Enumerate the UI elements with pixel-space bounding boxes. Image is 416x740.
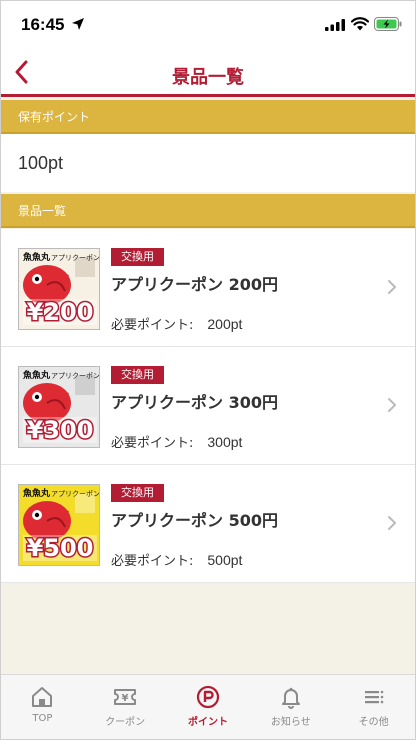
required-points-value: 500pt [207, 552, 243, 568]
tab-label-news: お知らせ [270, 717, 311, 728]
coupon-thumbnail: 魚魚丸 アプリクーポン ¥500 [18, 484, 100, 566]
chevron-right-icon [388, 398, 396, 412]
app-frame: 16:45 景品一覧 保有ポイント 100pt 景品一覧 魚魚丸 アプリクーポン… [0, 0, 416, 740]
thumb-caption: アプリクーポン [51, 490, 100, 498]
status-time: 16:45 [21, 15, 65, 34]
points-icon [196, 685, 220, 709]
tab-bar: TOP ¥ クーポン ポイント お知らせ その他 [1, 674, 415, 739]
cellular-signal-icon [325, 19, 345, 31]
status-bar: 16:45 [1, 1, 415, 51]
tab-top[interactable]: TOP [1, 675, 84, 739]
location-arrow-icon [72, 18, 84, 30]
coupon-thumbnail: 魚魚丸 アプリクーポン ¥200 [18, 248, 100, 330]
thumb-caption: アプリクーポン [51, 372, 100, 380]
thumb-caption: アプリクーポン [51, 254, 100, 262]
tab-other[interactable]: その他 [332, 675, 415, 739]
nav-header: 景品一覧 [1, 51, 415, 97]
prize-list: 魚魚丸 アプリクーポン ¥200 交換用 アプリクーポン 200円 必要ポイント… [1, 229, 415, 583]
coupon-thumbnail: 魚魚丸 アプリクーポン ¥300 [18, 366, 100, 448]
required-points: 必要ポイント: 500pt [111, 550, 242, 569]
required-points-label: 必要ポイント: [111, 318, 194, 333]
prize-item-500[interactable]: 魚魚丸 アプリクーポン ¥500 交換用 アプリクーポン 500円 必要ポイント… [1, 465, 415, 583]
chevron-right-icon [388, 516, 396, 530]
chevron-right-icon [388, 280, 396, 294]
required-points: 必要ポイント: 200pt [111, 314, 242, 333]
home-icon [32, 687, 53, 707]
wifi-icon [351, 17, 369, 31]
section-header-prizes: 景品一覧 [1, 194, 415, 228]
tab-coupon[interactable]: ¥ クーポン [84, 675, 167, 739]
tab-points[interactable]: ポイント [167, 675, 250, 739]
prize-item-300[interactable]: 魚魚丸 アプリクーポン ¥300 交換用 アプリクーポン 300円 必要ポイント… [1, 347, 415, 465]
thumb-price: ¥300 [27, 416, 94, 444]
required-points-label: 必要ポイント: [111, 436, 194, 451]
exchange-badge: 交換用 [111, 366, 164, 384]
page-title: 景品一覧 [172, 67, 244, 88]
thumb-brand: 魚魚丸 [23, 369, 51, 381]
section-header-points: 保有ポイント [1, 100, 415, 134]
thumb-price: ¥500 [27, 534, 94, 562]
tab-label-other: その他 [358, 717, 389, 728]
svg-text:¥: ¥ [122, 693, 129, 704]
points-balance: 100pt [1, 134, 415, 192]
menu-icon [364, 690, 383, 704]
thumb-brand: 魚魚丸 [23, 251, 51, 263]
exchange-badge: 交換用 [111, 248, 164, 266]
battery-charging-icon [374, 17, 402, 31]
thumb-price: ¥200 [27, 298, 94, 326]
required-points-label: 必要ポイント: [111, 554, 194, 569]
prize-name: アプリクーポン 300円 [111, 393, 278, 412]
tab-label-top: TOP [32, 713, 53, 724]
prize-name: アプリクーポン 500円 [111, 511, 278, 530]
required-points: 必要ポイント: 300pt [111, 432, 242, 451]
exchange-badge: 交換用 [111, 484, 164, 502]
prize-name: アプリクーポン 200円 [111, 275, 278, 294]
tab-label-coupon: クーポン [105, 717, 146, 728]
thumb-brand: 魚魚丸 [23, 487, 51, 499]
tab-news[interactable]: お知らせ [249, 675, 332, 739]
prize-item-200[interactable]: 魚魚丸 アプリクーポン ¥200 交換用 アプリクーポン 200円 必要ポイント… [1, 229, 415, 347]
tab-label-points: ポイント [187, 717, 228, 728]
bell-icon [281, 687, 300, 709]
required-points-value: 300pt [207, 434, 243, 450]
required-points-value: 200pt [207, 316, 243, 332]
coupon-icon: ¥ [114, 689, 137, 705]
